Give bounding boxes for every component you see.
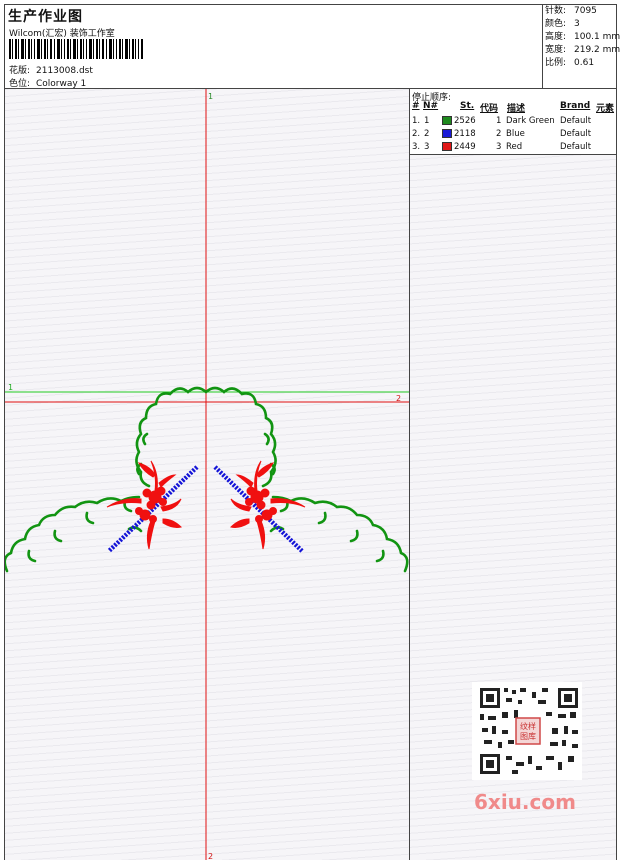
- worksheet-header: 生产作业图 Wilcom(汇宏) 装饰工作室 花版: 2113008.dst 色…: [5, 5, 620, 89]
- row-description: Red: [506, 142, 523, 152]
- color-swatch-blue: [442, 129, 452, 138]
- spec-width-label: 宽度:: [545, 45, 567, 55]
- table-row[interactable]: 1. 1 2526 1 Dark Green Default: [410, 115, 616, 128]
- row-description: Dark Green: [506, 116, 555, 126]
- color-swatch-green: [442, 116, 452, 125]
- row-code: 2: [496, 129, 502, 139]
- spec-width: 宽度: 219.2 mm: [543, 44, 620, 57]
- col-brand: Brand: [560, 101, 591, 111]
- spec-stitches-label: 针数:: [545, 6, 567, 16]
- row-stitches: 2449: [454, 142, 476, 152]
- axis-label-red: 2: [396, 394, 401, 403]
- axis-label-green: 1: [8, 383, 13, 392]
- col-description: 描述: [507, 104, 526, 114]
- spec-stitches: 针数: 7095: [543, 5, 616, 18]
- row-code: 1: [496, 116, 502, 126]
- colorway-value: Colorway 1: [36, 79, 87, 89]
- spec-panel: 针数: 7095 颜色: 3 高度: 100.1 mm 宽度: 219.2 mm 比例:…: [542, 5, 620, 89]
- color-swatch-red: [442, 142, 452, 151]
- spec-width-value: 219.2 mm: [574, 45, 620, 55]
- row-brand: Default: [560, 116, 592, 126]
- axis-label-bottom: 2: [208, 852, 213, 860]
- spec-height-value: 100.1 mm: [574, 32, 620, 42]
- page-title: 生产作业图: [8, 9, 83, 25]
- row-num: 3.: [412, 142, 421, 152]
- design-preview[interactable]: 1 2 1 2: [5, 89, 410, 860]
- design-file-row: 花版: 2113008.dst: [9, 63, 93, 76]
- company-name: Wilcom(汇宏) 装饰工作室: [9, 29, 115, 39]
- spec-height: 高度: 100.1 mm: [543, 31, 620, 44]
- row-stitches: 2526: [454, 116, 476, 126]
- stop-sequence-table: 停止顺序: # N# St. 代码 描述 Brand 元素 1. 1 2526 …: [410, 89, 616, 155]
- qr-code-icon: 纹样 图库: [472, 682, 582, 780]
- row-brand: Default: [560, 129, 592, 139]
- embroidery-canvas: 1 2 1 2: [5, 89, 409, 860]
- spec-height-label: 高度:: [545, 32, 567, 42]
- axis-label-top: 1: [208, 92, 213, 101]
- spec-scale: 比例: 0.61: [543, 57, 616, 70]
- row-code: 3: [496, 142, 502, 152]
- col-code: 代码: [480, 104, 499, 114]
- colorway-row: 色位: Colorway 1: [9, 76, 86, 89]
- design-file-label: 花版:: [9, 66, 31, 76]
- row-n: 1: [424, 116, 430, 126]
- barcode-icon: [9, 39, 143, 59]
- header-info: 生产作业图 Wilcom(汇宏) 装饰工作室 花版: 2113008.dst 色…: [7, 5, 537, 89]
- spec-scale-label: 比例:: [545, 58, 567, 68]
- table-row[interactable]: 2. 2 2118 2 Blue Default: [410, 128, 616, 141]
- spec-scale-value: 0.61: [574, 58, 595, 68]
- site-watermark: 6xiu.com: [474, 790, 576, 814]
- row-n: 3: [424, 142, 430, 152]
- qr-stamp-text: 纹样: [520, 721, 536, 731]
- spec-colors: 颜色: 3: [543, 18, 616, 31]
- col-n: N#: [423, 101, 439, 111]
- col-stitches: St.: [460, 101, 475, 111]
- qr-stamp-text: 图库: [520, 731, 536, 741]
- row-num: 2.: [412, 129, 421, 139]
- table-row[interactable]: 3. 3 2449 3 Red Default: [410, 141, 616, 154]
- spec-stitches-value: 7095: [574, 6, 597, 16]
- spec-colors-label: 颜色:: [545, 19, 567, 29]
- row-num: 1.: [412, 116, 421, 126]
- row-description: Blue: [506, 129, 525, 139]
- row-brand: Default: [560, 142, 592, 152]
- spec-colors-value: 3: [574, 19, 580, 29]
- row-stitches: 2118: [454, 129, 476, 139]
- colorway-label: 色位:: [9, 79, 31, 89]
- col-num: #: [412, 101, 420, 111]
- row-n: 2: [424, 129, 430, 139]
- design-file-value: 2113008.dst: [36, 66, 93, 76]
- col-element: 元素: [596, 104, 615, 114]
